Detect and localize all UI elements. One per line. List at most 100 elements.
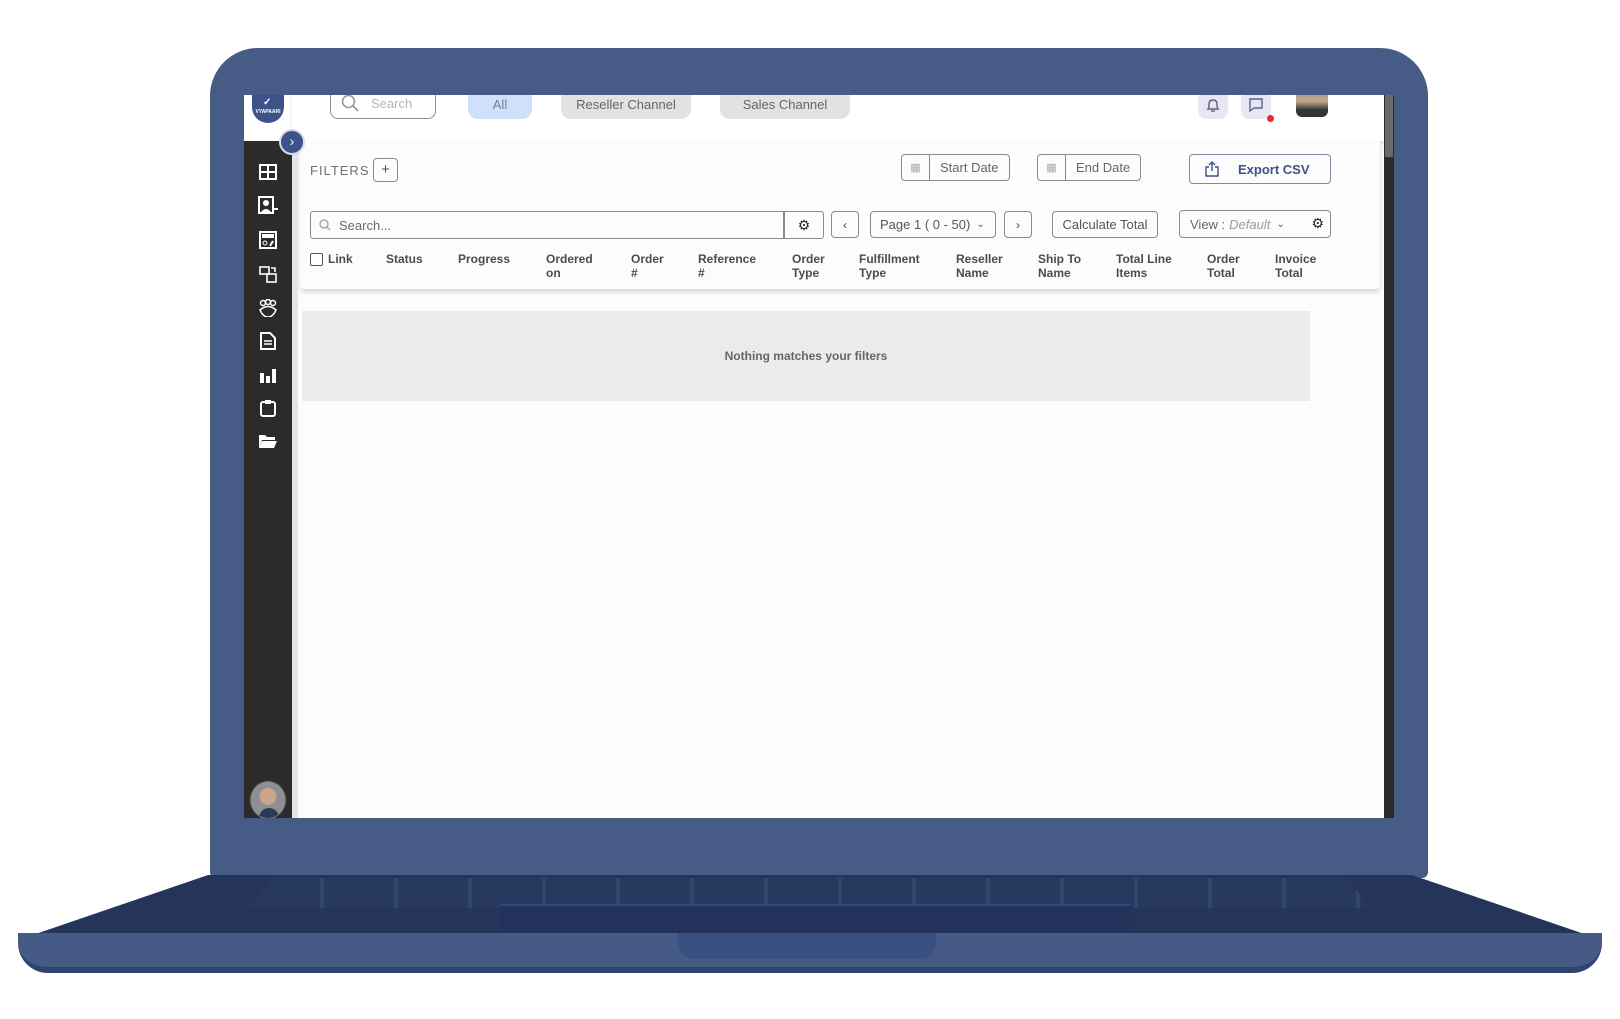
column-header-order-number[interactable]: Order # (631, 252, 664, 280)
tab-sales-channel[interactable]: Sales Channel (720, 95, 850, 119)
bar-chart-icon (260, 369, 276, 383)
add-filter-button[interactable]: + (373, 158, 398, 182)
user-profile-avatar[interactable] (250, 781, 286, 818)
notifications-button[interactable] (1198, 95, 1228, 119)
column-header-invoice-total[interactable]: Invoice Total (1275, 252, 1316, 280)
column-header-reference-number[interactable]: Reference # (698, 252, 756, 280)
brand-logo[interactable]: ✓ VYAPAARI (252, 95, 284, 123)
tab-all[interactable]: All (468, 95, 532, 119)
sidebar-item-files[interactable] (256, 429, 280, 453)
brand-name: VYAPAARI (255, 109, 281, 115)
start-date-label: Start Date (940, 160, 999, 175)
tab-reseller-channel[interactable]: Reseller Channel (561, 95, 691, 119)
chevron-right-icon: › (1016, 217, 1020, 232)
column-header-progress[interactable]: Progress (458, 252, 510, 266)
column-header-ship-to-name[interactable]: Ship To Name (1038, 252, 1081, 280)
column-header-text: Total (1207, 266, 1235, 280)
user-avatar[interactable] (1296, 95, 1328, 117)
notification-dot (1267, 115, 1274, 122)
global-search-placeholder: Search (371, 95, 413, 111)
column-header-text: Ship To (1038, 252, 1082, 266)
column-header-text: Name (1038, 266, 1071, 280)
column-header-text: Order (631, 252, 664, 266)
search-icon (319, 219, 331, 231)
column-header-text: # (631, 266, 638, 280)
view-settings-gear-icon[interactable]: ⚙ (1311, 215, 1324, 232)
filters-label: FILTERS (310, 163, 370, 178)
chat-icon (1249, 98, 1263, 113)
page-select[interactable]: Page 1 ( 0 - 50) ⌄ (870, 211, 996, 238)
sidebar-item-dashboard[interactable] (256, 160, 280, 184)
column-header-text: Status (386, 252, 423, 266)
export-csv-button[interactable]: Export CSV (1189, 154, 1331, 184)
column-header-text: on (546, 266, 561, 280)
column-header-text: # (698, 266, 705, 280)
column-header-ordered-on[interactable]: Ordered on (546, 252, 593, 280)
vertical-scrollbar[interactable] (1384, 95, 1394, 818)
chevron-down-icon: ⌄ (976, 219, 985, 230)
upload-icon (1205, 161, 1219, 177)
global-search-input[interactable]: Search (330, 95, 436, 119)
column-header-order-type[interactable]: Order Type (792, 252, 825, 280)
sidebar-item-team[interactable] (256, 296, 280, 320)
add-contact-icon (258, 196, 278, 214)
search-settings-button[interactable]: ⚙ (784, 211, 824, 239)
column-header-fulfillment-type[interactable]: Fulfillment Type (859, 252, 920, 280)
column-header-link[interactable]: Link (328, 252, 353, 266)
laptop-mockup: ✓ VYAPAARI › Search All Reseller Channel… (0, 0, 1620, 1019)
page-select-label: Page 1 ( 0 - 50) (880, 217, 971, 232)
calendar-icon: ▦ (1038, 155, 1066, 180)
column-header-text: Order (1207, 252, 1240, 266)
column-header-text: Link (328, 252, 353, 266)
export-csv-label: Export CSV (1238, 161, 1310, 177)
sidebar-item-reports[interactable] (256, 363, 280, 387)
orders-panel: FILTERS + ▦ Start Date ▦ End Date Export… (300, 141, 1380, 289)
column-header-order-total[interactable]: Order Total (1207, 252, 1240, 280)
scrollbar-thumb[interactable] (1385, 95, 1393, 157)
table-search-placeholder: Search... (339, 217, 392, 233)
view-select-value: Default (1229, 216, 1271, 232)
select-all-checkbox[interactable] (310, 253, 323, 266)
end-date-label: End Date (1076, 160, 1131, 175)
column-header-text: Fulfillment (859, 252, 920, 266)
search-icon (341, 95, 359, 112)
sidebar-item-documents[interactable] (256, 329, 280, 353)
sidebar-item-contacts[interactable] (256, 193, 280, 217)
gear-icon: ⚙ (797, 216, 811, 233)
empty-state-message: Nothing matches your filters (302, 311, 1310, 401)
calculate-total-button[interactable]: Calculate Total (1052, 211, 1158, 238)
chevron-right-icon: › (289, 133, 295, 149)
view-select-label: View : (1190, 216, 1226, 232)
sidebar-item-catalog[interactable] (256, 228, 280, 252)
check-logo-icon: ✓ (263, 97, 272, 108)
app-screen: ✓ VYAPAARI › Search All Reseller Channel… (244, 95, 1394, 818)
chevron-down-icon: ⌄ (1276, 218, 1285, 230)
messages-button[interactable] (1241, 95, 1274, 122)
sidebar: ✓ VYAPAARI (244, 95, 292, 818)
next-page-button[interactable]: › (1004, 211, 1032, 238)
sidebar-item-tasks[interactable] (256, 396, 280, 420)
laptop-notch (678, 933, 936, 959)
column-header-reseller-name[interactable]: Reseller Name (956, 252, 1003, 280)
column-header-text: Type (792, 266, 820, 280)
clipboard-icon (260, 400, 276, 417)
team-icon (259, 299, 277, 317)
column-header-status[interactable]: Status (386, 252, 423, 266)
column-header-text: Total (1275, 266, 1303, 280)
dashboard-icon (259, 164, 277, 180)
calendar-icon: ▦ (902, 155, 930, 180)
column-header-total-line-items[interactable]: Total Line Items (1116, 252, 1172, 280)
chevron-left-icon: ‹ (843, 217, 847, 232)
column-header-text: Order (792, 252, 825, 266)
bell-icon (1206, 99, 1220, 112)
sidebar-item-transfers[interactable] (256, 262, 280, 286)
view-select[interactable]: View : Default ⌄ ⚙ (1179, 210, 1331, 238)
table-search-input[interactable]: Search... (310, 211, 784, 239)
column-header-text: Name (956, 266, 989, 280)
laptop-trackpad (500, 904, 1130, 936)
sidebar-expand-button[interactable]: › (279, 129, 305, 155)
start-date-picker[interactable]: ▦ Start Date (901, 154, 1010, 181)
folder-open-icon (259, 435, 277, 448)
previous-page-button[interactable]: ‹ (831, 211, 859, 238)
end-date-picker[interactable]: ▦ End Date (1037, 154, 1142, 181)
